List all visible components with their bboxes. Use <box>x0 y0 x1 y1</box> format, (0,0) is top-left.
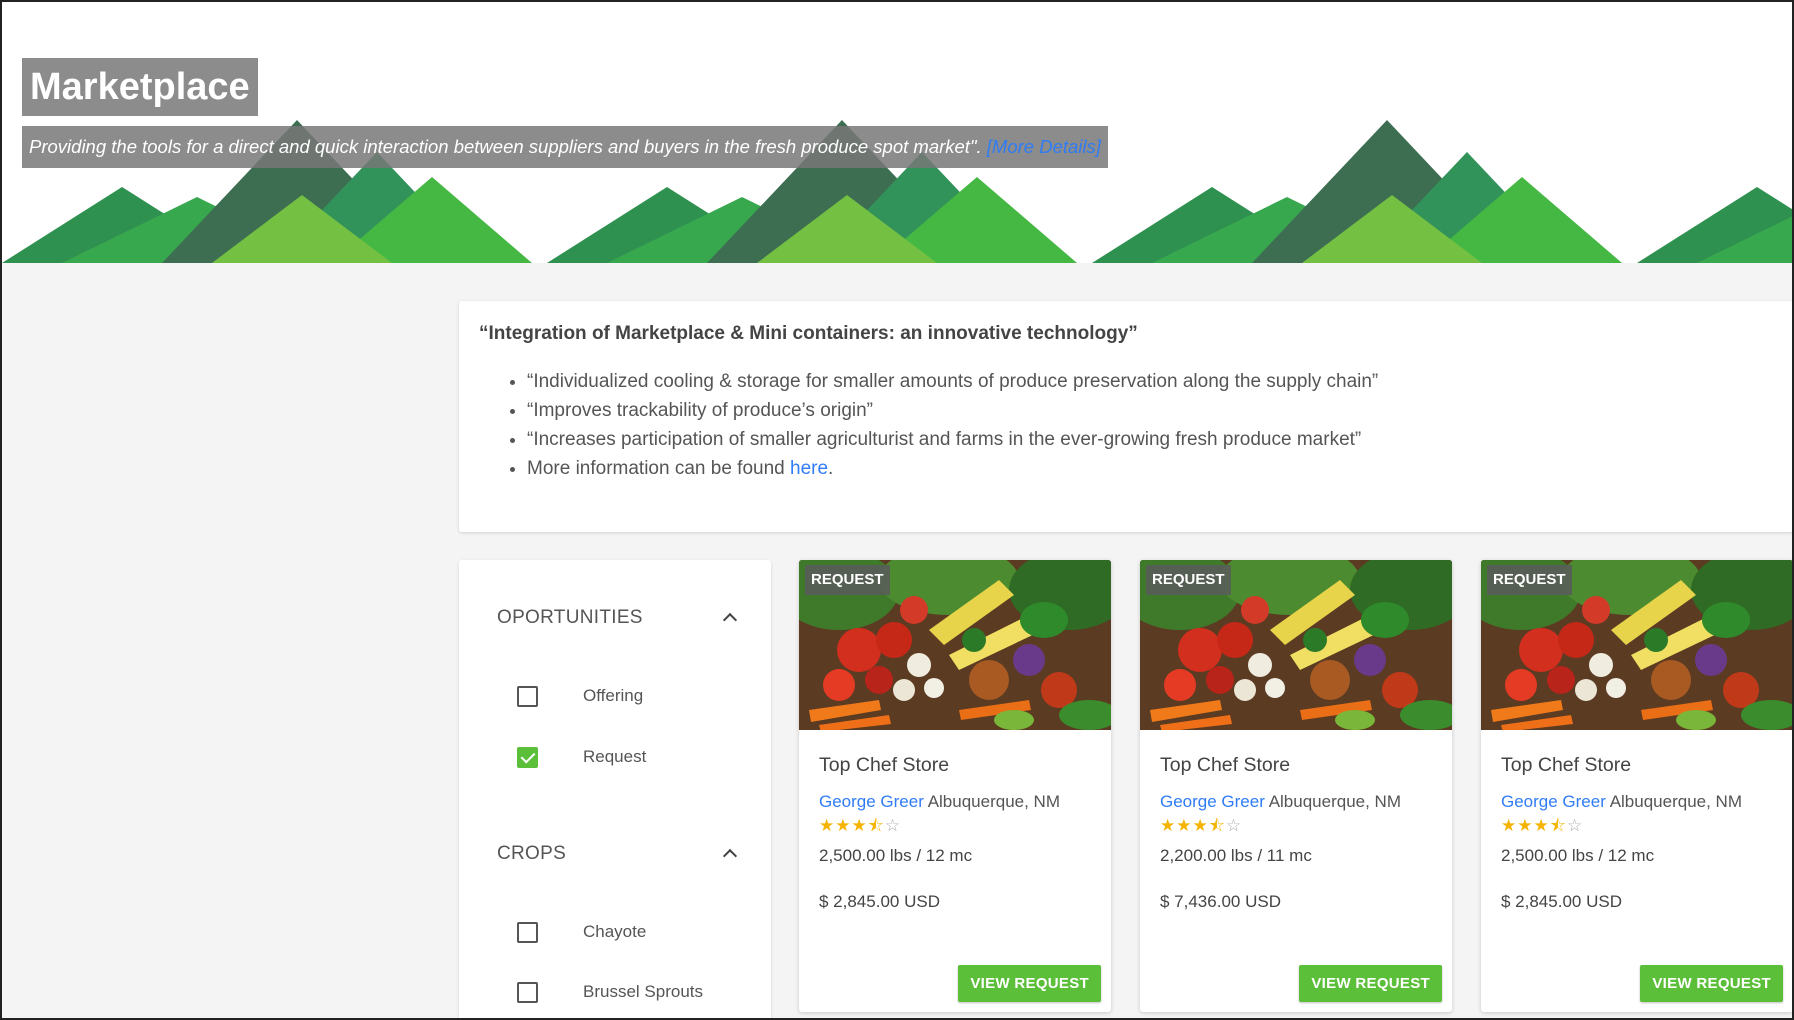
info-bullets: “Individualized cooling & storage for sm… <box>479 367 1774 483</box>
filter-header-opportunities[interactable]: OPORTUNITIES <box>497 603 737 633</box>
rating-stars: ★★★⯪☆ <box>819 816 1091 836</box>
page-subtitle: Providing the tools for a direct and qui… <box>22 126 1108 168</box>
filter-option-brussel-sprouts[interactable]: Brussel Sprouts <box>517 979 703 1005</box>
listing-badge: REQUEST <box>1146 565 1231 595</box>
listing-card[interactable]: REQUEST Top Chef Store George Greer Albu… <box>1481 560 1793 1012</box>
checkbox-chayote[interactable] <box>517 921 538 943</box>
more-info-text: More information can be found <box>527 458 790 479</box>
filter-option-request[interactable]: Request <box>517 744 646 770</box>
more-info-link[interactable]: here <box>790 458 828 479</box>
listing-price: $ 2,845.00 USD <box>1501 892 1622 911</box>
seller-link[interactable]: George Greer <box>1160 792 1265 811</box>
store-name: Top Chef Store <box>1160 754 1291 776</box>
star-full-icon: ★ <box>835 816 852 835</box>
filter-title: OPORTUNITIES <box>497 607 643 628</box>
star-full-icon: ★ <box>1533 816 1550 835</box>
info-card: “Integration of Marketplace & Mini conta… <box>459 301 1794 532</box>
filter-title: CROPS <box>497 843 567 864</box>
listing-quantity: 2,200.00 lbs / 11 mc <box>1160 846 1312 865</box>
hero-banner: Marketplace Providing the tools for a di… <box>2 2 1792 263</box>
star-full-icon: ★ <box>1501 816 1518 835</box>
star-full-icon: ★ <box>1176 816 1193 835</box>
filter-option-chayote[interactable]: Chayote <box>517 919 646 945</box>
chevron-up-icon[interactable] <box>723 611 737 625</box>
star-full-icon: ★ <box>819 816 836 835</box>
listing-card[interactable]: REQUEST Top Chef Store George Greer Albu… <box>1140 560 1452 1012</box>
star-half-icon: ⯪ <box>1549 816 1567 835</box>
filter-option-label: Brussel Sprouts <box>583 982 703 1001</box>
seller-link[interactable]: George Greer <box>1501 792 1606 811</box>
filter-option-label: Request <box>583 747 647 766</box>
star-full-icon: ★ <box>1160 816 1177 835</box>
view-request-button[interactable]: VIEW REQUEST <box>1299 965 1442 1002</box>
info-bullet: “Improves trackability of produce’s orig… <box>527 396 1774 425</box>
checkbox-offering[interactable] <box>517 685 538 707</box>
seller-info: George Greer Albuquerque, NM <box>1160 792 1432 812</box>
star-half-icon: ⯪ <box>1208 816 1226 835</box>
rating-stars: ★★★⯪☆ <box>1160 816 1432 836</box>
listing-price: $ 2,845.00 USD <box>819 892 940 911</box>
more-info-suffix: . <box>828 458 834 479</box>
subtitle-text: Providing the tools for a direct and qui… <box>29 136 982 157</box>
filters-panel: OPORTUNITIES Offering Request CROPS Chay… <box>459 560 771 1020</box>
listing-price: $ 7,436.00 USD <box>1160 892 1281 911</box>
seller-location: Albuquerque, NM <box>1268 792 1401 811</box>
seller-info: George Greer Albuquerque, NM <box>819 792 1091 812</box>
store-name: Top Chef Store <box>819 754 950 776</box>
produce-image: REQUEST <box>1140 560 1452 730</box>
listing-badge: REQUEST <box>805 565 890 595</box>
filter-option-label: Offering <box>583 686 644 705</box>
listing-badge: REQUEST <box>1487 565 1572 595</box>
star-full-icon: ★ <box>1517 816 1534 835</box>
checkbox-request[interactable] <box>517 746 538 768</box>
listing-quantity: 2,500.00 lbs / 12 mc <box>819 846 973 865</box>
star-full-icon: ★ <box>851 816 868 835</box>
filter-option-offering[interactable]: Offering <box>517 683 643 709</box>
listing-quantity: 2,500.00 lbs / 12 mc <box>1501 846 1655 865</box>
star-empty-icon: ☆ <box>884 816 902 835</box>
filter-option-label: Chayote <box>583 922 647 941</box>
produce-image: REQUEST <box>799 560 1111 730</box>
seller-info: George Greer Albuquerque, NM <box>1501 792 1773 812</box>
chevron-up-icon[interactable] <box>723 847 737 861</box>
filter-header-crops[interactable]: CROPS <box>497 839 737 869</box>
star-half-icon: ⯪ <box>867 816 885 835</box>
star-empty-icon: ☆ <box>1225 816 1243 835</box>
more-details-link[interactable]: [More Details] <box>987 136 1101 157</box>
checkbox-brussel-sprouts[interactable] <box>517 981 538 1003</box>
seller-location: Albuquerque, NM <box>927 792 1060 811</box>
store-name: Top Chef Store <box>1501 754 1632 776</box>
page-title: Marketplace <box>22 58 258 116</box>
produce-image: REQUEST <box>1481 560 1793 730</box>
seller-location: Albuquerque, NM <box>1609 792 1742 811</box>
view-request-button[interactable]: VIEW REQUEST <box>958 965 1101 1002</box>
info-bullet-more: More information can be found here. <box>527 454 1774 483</box>
seller-link[interactable]: George Greer <box>819 792 924 811</box>
listing-card[interactable]: REQUEST Top Chef Store George Greer Albu… <box>799 560 1111 1012</box>
info-bullet: “Increases participation of smaller agri… <box>527 425 1774 454</box>
info-bullet: “Individualized cooling & storage for sm… <box>527 367 1774 396</box>
star-full-icon: ★ <box>1192 816 1209 835</box>
star-empty-icon: ☆ <box>1566 816 1584 835</box>
info-heading: “Integration of Marketplace & Mini conta… <box>479 323 1138 344</box>
rating-stars: ★★★⯪☆ <box>1501 816 1773 836</box>
view-request-button[interactable]: VIEW REQUEST <box>1640 965 1783 1002</box>
